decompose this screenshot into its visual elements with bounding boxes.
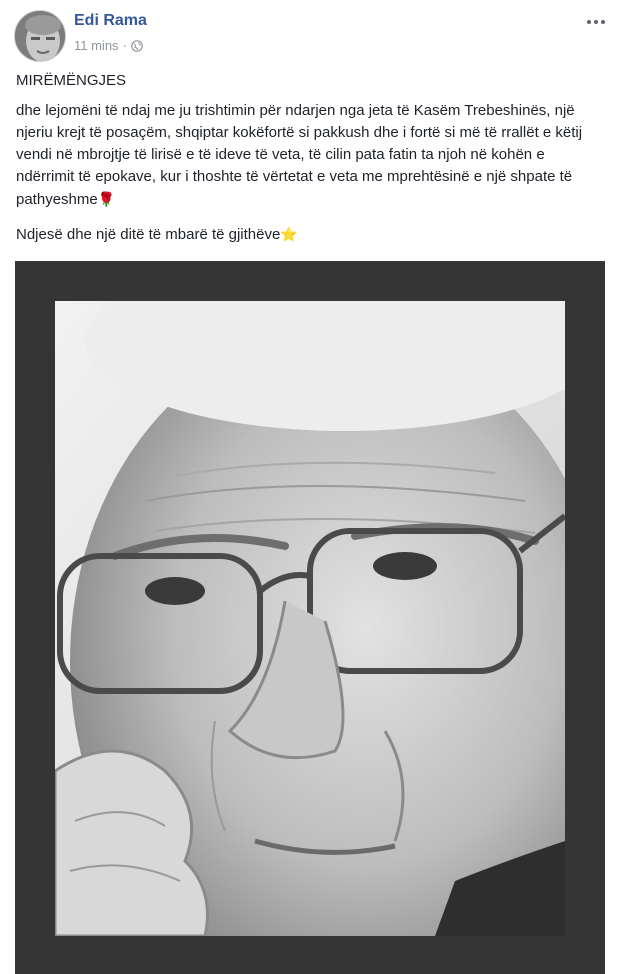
post-greeting: MIRËMËNGJES	[16, 72, 127, 89]
post-time[interactable]: 11 mins	[74, 38, 119, 53]
facebook-post: Edi Rama 11 mins · MIRËMËNGJES dhe lejom…	[0, 0, 620, 974]
portrait-illustration	[55, 301, 565, 936]
globe-icon[interactable]	[131, 39, 143, 52]
author-name[interactable]: Edi Rama	[74, 12, 147, 30]
avatar[interactable]	[14, 10, 66, 62]
post-header: Edi Rama 11 mins ·	[14, 10, 606, 62]
rose-emoji: 🌹	[97, 191, 116, 207]
post-paragraph: dhe lejomëni të ndaj me ju trishtimin pë…	[16, 100, 604, 211]
avatar-image	[15, 11, 65, 61]
portrait-photo[interactable]	[55, 301, 565, 936]
post-text: MIRËMËNGJES dhe lejomëni të ndaj me ju t…	[16, 70, 604, 258]
ellipsis-icon[interactable]	[586, 14, 606, 24]
post-closing: Ndjesë dhe një ditë të mbarë të gjithëve…	[16, 223, 604, 246]
post-photo-frame[interactable]	[15, 261, 605, 974]
meta-separator: ·	[122, 38, 127, 53]
star-emoji: ⭐	[280, 226, 298, 242]
post-closing-text: Ndjesë dhe një ditë të mbarë të gjithëve	[16, 226, 281, 243]
post-meta: 11 mins ·	[74, 38, 143, 53]
